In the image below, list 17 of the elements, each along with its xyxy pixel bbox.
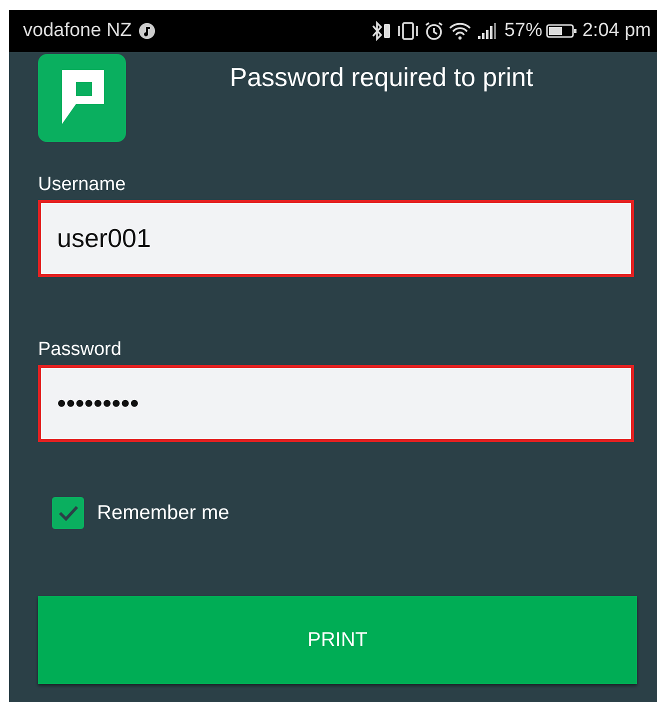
battery-icon xyxy=(546,21,578,41)
remember-checkbox[interactable] xyxy=(52,497,84,529)
field-label: Password xyxy=(38,339,122,362)
username-field[interactable]: user001 xyxy=(38,200,634,277)
remember-label: Remember me xyxy=(97,502,230,524)
battery-percent: 57% xyxy=(504,20,542,42)
password-field[interactable]: ••••••••• xyxy=(38,365,634,442)
bluetooth-icon xyxy=(370,21,392,41)
carrier-name: vodafone NZ xyxy=(23,20,132,42)
alarm-icon xyxy=(424,21,444,41)
wifi-icon xyxy=(448,21,472,41)
vibrate-icon xyxy=(396,21,420,41)
app-logo-icon xyxy=(38,54,126,142)
dialog-title: Password required to print xyxy=(228,62,534,93)
clock-time: 2:04 pm xyxy=(582,20,651,42)
field-label: Username xyxy=(38,174,127,197)
music-icon xyxy=(138,22,156,40)
